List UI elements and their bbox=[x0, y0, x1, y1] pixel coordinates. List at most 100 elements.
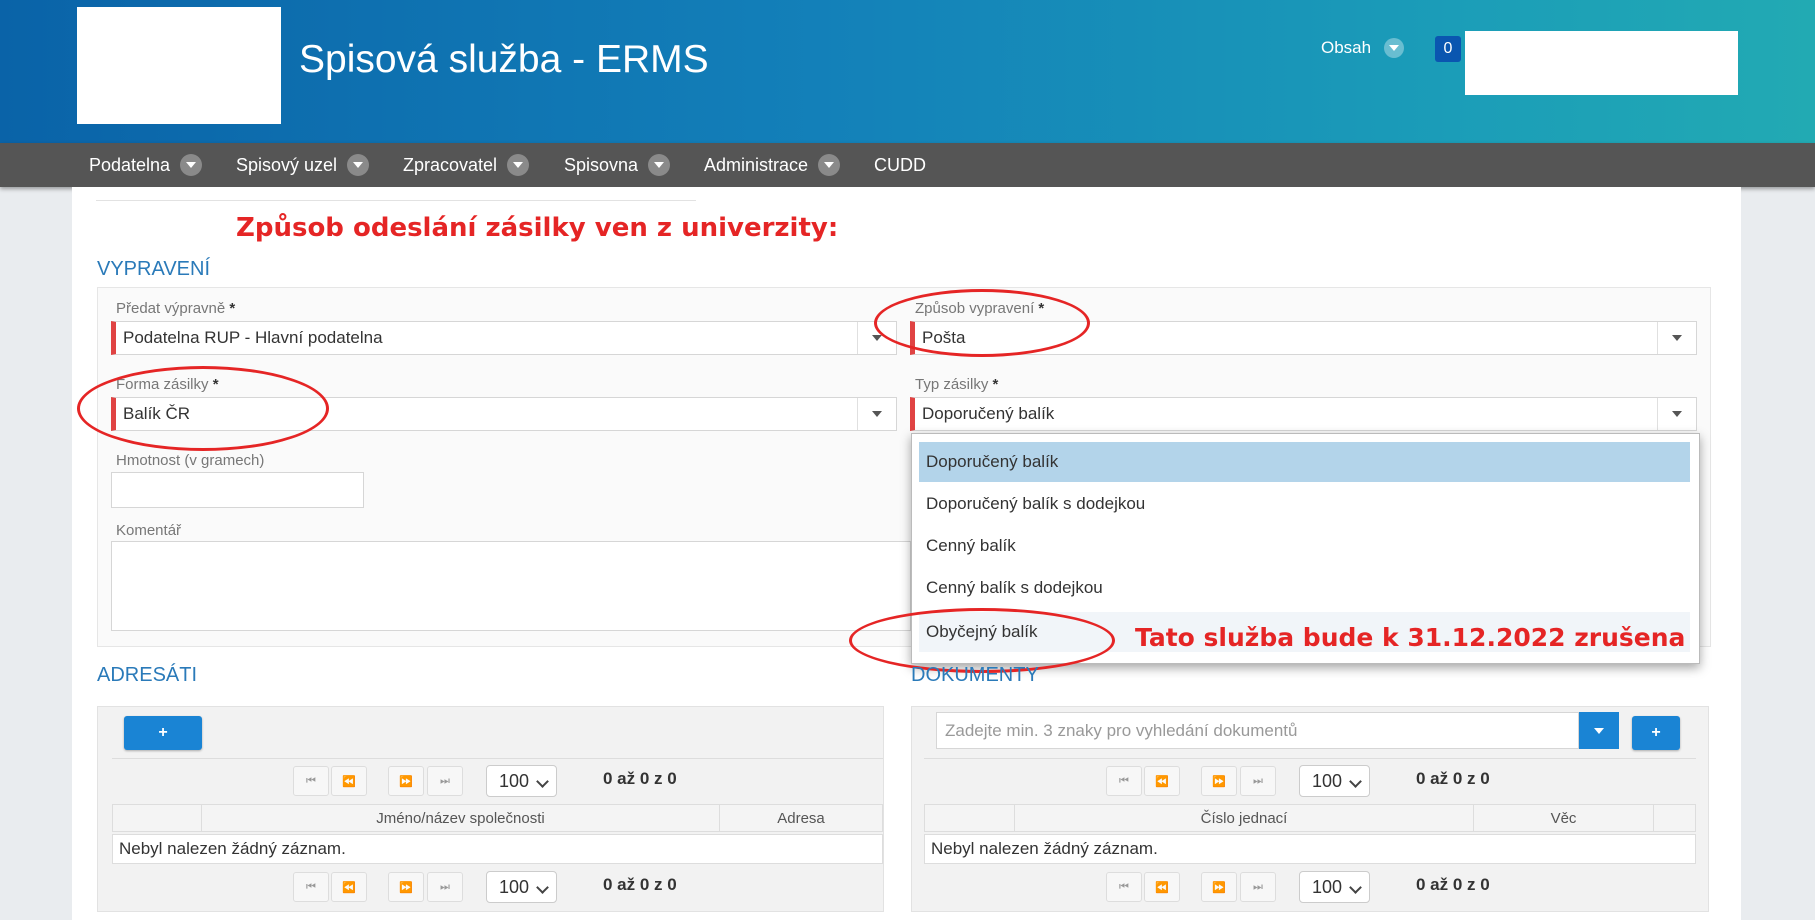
chevron-down-icon[interactable] bbox=[1579, 712, 1619, 749]
chevron-down-icon[interactable] bbox=[818, 154, 841, 176]
nav-item-podatelna[interactable]: Podatelna bbox=[89, 143, 203, 187]
dokumenty-table-header: Číslo jednací Věc bbox=[924, 804, 1696, 832]
prev-page-icon[interactable]: ⏪ bbox=[1144, 872, 1180, 902]
field-label: Komentář bbox=[116, 522, 182, 539]
field-label: Hmotnost (v gramech) bbox=[116, 452, 265, 469]
adresati-table-header: Jméno/název společnosti Adresa bbox=[112, 804, 883, 832]
dokumenty-pager-top: ⏮ ⏪ ⏩ ⏭ 100 0 až 0 z 0 bbox=[1106, 765, 1606, 797]
last-page-icon[interactable]: ⏭ bbox=[1240, 766, 1276, 796]
table-empty-row: Nebyl nalezen žádný záznam. bbox=[924, 834, 1696, 864]
nav-item-administrace[interactable]: Administrace bbox=[704, 143, 841, 187]
chevron-down-icon bbox=[1349, 775, 1362, 788]
nav-item-label: Spisový uzel bbox=[236, 154, 338, 175]
first-page-icon[interactable]: ⏮ bbox=[1106, 766, 1142, 796]
range-info: 0 až 0 z 0 bbox=[1416, 769, 1490, 788]
obsah-menu-label[interactable]: Obsah bbox=[1321, 38, 1371, 58]
range-info: 0 až 0 z 0 bbox=[603, 875, 677, 894]
chevron-down-icon[interactable] bbox=[1657, 322, 1696, 354]
table-column-actions bbox=[1653, 805, 1695, 831]
first-page-icon[interactable]: ⏮ bbox=[1106, 872, 1142, 902]
page-size-select[interactable]: 100 bbox=[486, 871, 557, 903]
logo[interactable] bbox=[77, 7, 281, 124]
chevron-down-icon bbox=[1349, 881, 1362, 894]
dokumenty-pager-bottom: ⏮ ⏪ ⏩ ⏭ 100 0 až 0 z 0 bbox=[1106, 871, 1606, 903]
nav-item-label: Podatelna bbox=[89, 154, 171, 175]
prev-page-icon[interactable]: ⏪ bbox=[331, 872, 367, 902]
dokument-search-input[interactable]: Zadejte min. 3 znaky pro vyhledání dokum… bbox=[936, 712, 1579, 749]
chevron-down-icon[interactable] bbox=[180, 154, 203, 176]
table-column-header[interactable]: Jméno/název společnosti bbox=[201, 805, 719, 831]
first-page-icon[interactable]: ⏮ bbox=[293, 766, 329, 796]
prev-page-icon[interactable]: ⏪ bbox=[331, 766, 367, 796]
annotation-ellipse bbox=[77, 366, 329, 451]
nav-item-cudd[interactable]: CUDD bbox=[874, 143, 926, 187]
chevron-down-icon bbox=[536, 775, 549, 788]
next-page-icon[interactable]: ⏩ bbox=[1201, 872, 1237, 902]
dropdown-option-selected[interactable]: Doporučený balík bbox=[919, 442, 1690, 482]
komentar-textarea[interactable] bbox=[111, 541, 911, 631]
annotation-ellipse bbox=[874, 289, 1090, 357]
section-title-vypraveni: VYPRAVENÍ bbox=[97, 258, 210, 280]
page-size-value: 100 bbox=[499, 876, 530, 897]
section-title-adresati: ADRESÁTI bbox=[97, 664, 198, 686]
adresati-pager-top: ⏮ ⏪ ⏩ ⏭ 100 0 až 0 z 0 bbox=[293, 765, 793, 797]
adresati-pager-bottom: ⏮ ⏪ ⏩ ⏭ 100 0 až 0 z 0 bbox=[293, 871, 793, 903]
required-marker: * bbox=[229, 300, 236, 317]
table-column-header[interactable]: Adresa bbox=[719, 805, 882, 831]
nav-item-spisovy-uzel[interactable]: Spisový uzel bbox=[236, 143, 370, 187]
table-column-select bbox=[925, 805, 1014, 831]
page-size-select[interactable]: 100 bbox=[1299, 765, 1370, 797]
page-size-value: 100 bbox=[1312, 876, 1343, 897]
next-page-icon[interactable]: ⏩ bbox=[1201, 766, 1237, 796]
first-page-icon[interactable]: ⏮ bbox=[293, 872, 329, 902]
chevron-down-icon[interactable] bbox=[347, 154, 370, 176]
page-size-select[interactable]: 100 bbox=[486, 765, 557, 797]
hmotnost-input[interactable] bbox=[111, 472, 364, 508]
chevron-down-icon bbox=[536, 881, 549, 894]
last-page-icon[interactable]: ⏭ bbox=[1240, 872, 1276, 902]
prev-page-icon[interactable]: ⏪ bbox=[1144, 766, 1180, 796]
nav-item-zpracovatel[interactable]: Zpracovatel bbox=[403, 143, 530, 187]
dropdown-option[interactable]: Cenný balík bbox=[919, 526, 1690, 566]
last-page-icon[interactable]: ⏭ bbox=[427, 872, 463, 902]
field-label: Předat výpravně * bbox=[116, 300, 235, 317]
next-page-icon[interactable]: ⏩ bbox=[388, 766, 424, 796]
chevron-down-icon[interactable] bbox=[1384, 38, 1404, 58]
table-column-header[interactable]: Věc bbox=[1473, 805, 1653, 831]
last-page-icon[interactable]: ⏭ bbox=[427, 766, 463, 796]
divider bbox=[112, 758, 883, 759]
annotation-note: Tato služba bude k 31.12.2022 zrušena bbox=[1135, 623, 1686, 652]
dropdown-option[interactable]: Cenný balík s dodejkou bbox=[919, 568, 1690, 608]
typ-zasilky-select[interactable]: Doporučený balík bbox=[910, 397, 1697, 431]
table-empty-row: Nebyl nalezen žádný záznam. bbox=[112, 834, 883, 864]
next-page-icon[interactable]: ⏩ bbox=[388, 872, 424, 902]
add-dokument-button[interactable]: + bbox=[1632, 716, 1680, 750]
user-info-box[interactable] bbox=[1465, 31, 1738, 95]
nav-item-label: Spisovna bbox=[564, 154, 639, 175]
required-marker: * bbox=[992, 376, 999, 393]
main-nav: Podatelna Spisový uzel Zpracovatel Spiso… bbox=[0, 143, 1815, 187]
select-value: Doporučený balík bbox=[922, 404, 1055, 423]
page-size-select[interactable]: 100 bbox=[1299, 871, 1370, 903]
add-adresat-button[interactable]: + bbox=[124, 716, 202, 750]
chevron-down-icon[interactable] bbox=[1657, 398, 1696, 430]
section-title-dokumenty: DOKUMENTY bbox=[911, 664, 1039, 686]
page-size-value: 100 bbox=[499, 770, 530, 791]
range-info: 0 až 0 z 0 bbox=[603, 769, 677, 788]
page-size-value: 100 bbox=[1312, 770, 1343, 791]
divider bbox=[96, 200, 696, 201]
label-text: Typ zásilky bbox=[915, 376, 989, 393]
chevron-down-icon[interactable] bbox=[857, 398, 896, 430]
predat-vypravne-select[interactable]: Podatelna RUP - Hlavní podatelna bbox=[111, 321, 897, 355]
annotation-heading: Způsob odeslání zásilky ven z univerzity… bbox=[236, 213, 839, 243]
nav-item-spisovna[interactable]: Spisovna bbox=[564, 143, 671, 187]
notification-badge[interactable]: 0 bbox=[1435, 36, 1461, 62]
dropdown-option[interactable]: Doporučený balík s dodejkou bbox=[919, 484, 1690, 524]
chevron-down-icon[interactable] bbox=[648, 154, 671, 176]
table-column-header[interactable]: Číslo jednací bbox=[1014, 805, 1473, 831]
table-column-select bbox=[113, 805, 201, 831]
select-value: Podatelna RUP - Hlavní podatelna bbox=[123, 328, 383, 347]
app-title: Spisová služba - ERMS bbox=[299, 38, 709, 81]
chevron-down-icon[interactable] bbox=[507, 154, 530, 176]
nav-item-label: Administrace bbox=[704, 154, 809, 175]
